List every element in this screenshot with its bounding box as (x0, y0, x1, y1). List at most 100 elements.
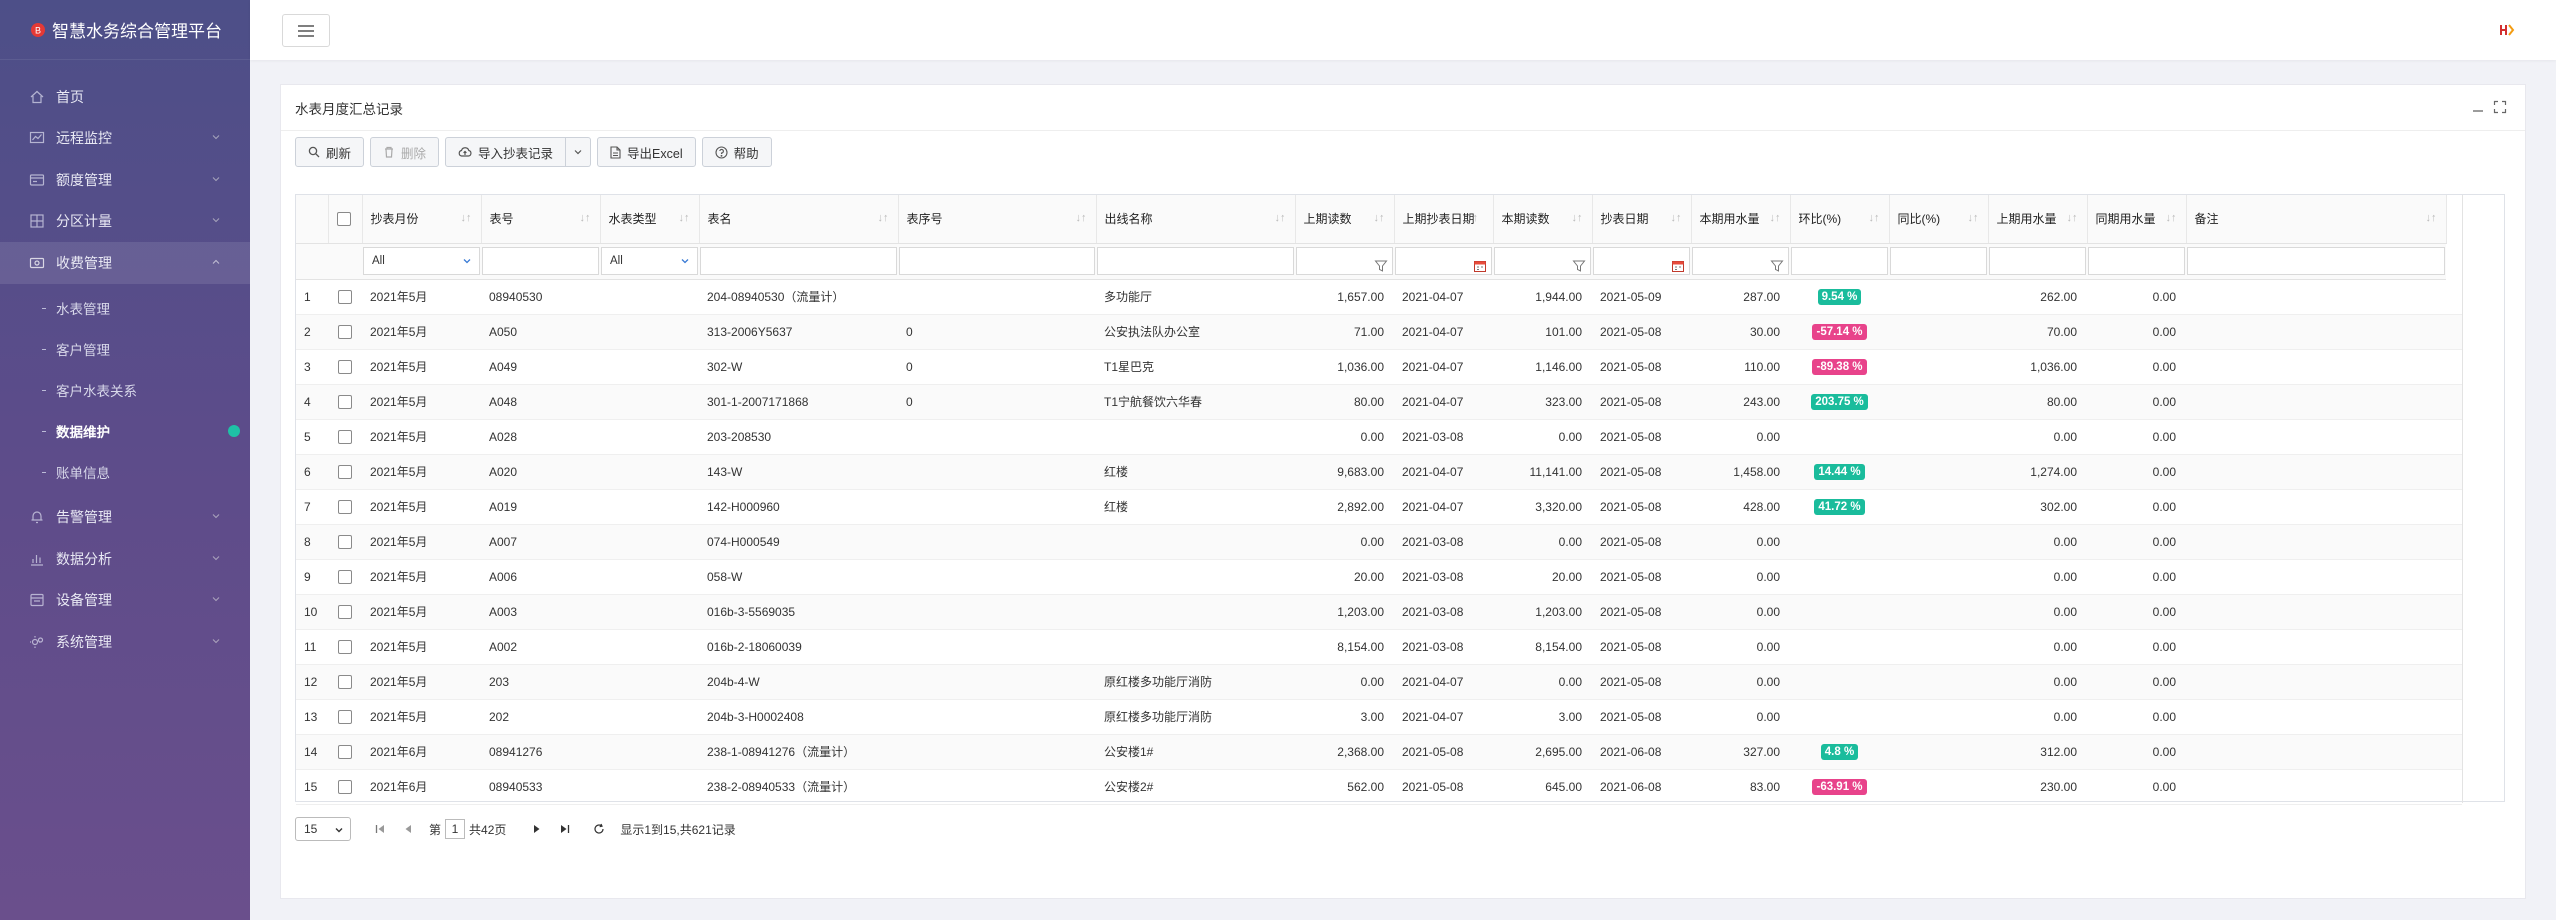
sidebar-item-system[interactable]: 系统管理 (0, 621, 250, 663)
table-row[interactable]: 14 2021年6月 08941276 238-1-08941276（流量计） 公安楼1… (296, 734, 2462, 770)
sidebar-subitem-customer-meter[interactable]: 客户水表关系 (0, 370, 250, 411)
prev-page-icon[interactable] (401, 822, 415, 836)
column-header[interactable]: 出线名称 ↓↑ (1096, 195, 1296, 244)
table-row[interactable]: 1 2021年5月 08940530 204-08940530（流量计） 多功能厅 1,6… (296, 279, 2462, 315)
table-row[interactable]: 12 2021年5月 203 204b-4-W 原红楼多功能厅消防 0.00 2021-04… (296, 664, 2462, 700)
sort-icon[interactable]: ↓↑ (679, 212, 691, 226)
page-size-select[interactable]: 15 (295, 817, 351, 841)
line-filter-input[interactable] (1097, 247, 1294, 275)
column-header[interactable]: 上期抄表日期 ↑ (1394, 195, 1494, 244)
menu-toggle-button[interactable] (282, 14, 330, 47)
last-usage-filter-input[interactable] (1989, 247, 2086, 275)
row-checkbox[interactable] (338, 429, 352, 444)
sidebar-item-analysis[interactable]: 数据分析 (0, 538, 250, 580)
column-header[interactable]: 本期读数 ↓↑ (1493, 195, 1593, 244)
row-checkbox[interactable] (338, 289, 352, 304)
table-row[interactable]: 11 2021年5月 A002 016b-2-18060039 8,154.00 2021… (296, 629, 2462, 665)
sidebar-subitem-customer[interactable]: 客户管理 (0, 329, 250, 370)
sort-icon[interactable]: ↓↑ (1275, 212, 1287, 226)
mom-filter-input[interactable] (1791, 247, 1888, 275)
row-checkbox[interactable] (338, 639, 352, 654)
page-number-input[interactable]: 1 (445, 819, 466, 839)
filter-icon[interactable] (1770, 259, 1784, 273)
sidebar-subitem-data-maintenance[interactable]: 数据维护 (0, 411, 250, 452)
table-row[interactable]: 13 2021年5月 202 204b-3-H0002408 原红楼多功能厅消防 3.00… (296, 699, 2462, 735)
column-header[interactable]: 抄表月份 ↓↑ (362, 195, 482, 244)
type-filter-select[interactable]: All (601, 247, 698, 275)
sidebar-item-partition[interactable]: 分区计量 (0, 201, 250, 243)
name-filter-input[interactable] (700, 247, 897, 275)
reload-icon[interactable] (592, 822, 606, 836)
row-checkbox[interactable] (338, 464, 352, 479)
usage-filter-input[interactable] (1692, 247, 1789, 275)
column-header[interactable]: 同期用水量 ↓↑ (2087, 195, 2187, 244)
import-dropdown-button[interactable] (566, 137, 592, 167)
sidebar-item-fee[interactable]: 收费管理 (0, 242, 250, 284)
row-checkbox[interactable] (338, 534, 352, 549)
refresh-button[interactable]: 刷新 (295, 137, 365, 167)
row-checkbox[interactable] (338, 394, 352, 409)
column-header[interactable]: 环比(%) ↓↑ (1790, 195, 1890, 244)
column-header[interactable]: 同比(%) ↓↑ (1889, 195, 1989, 244)
last-page-icon[interactable] (558, 822, 572, 836)
sort-icon[interactable]: ↓↑ (1869, 212, 1881, 226)
column-header[interactable]: 表号 ↓↑ (481, 195, 601, 244)
cur-reading-filter-input[interactable] (1494, 247, 1591, 275)
sidebar-item-alarm[interactable]: 告警管理 (0, 497, 250, 539)
month-filter-select[interactable]: All (363, 247, 480, 275)
column-header[interactable]: 表序号 ↓↑ (898, 195, 1097, 244)
sidebar-subitem-meter[interactable]: 水表管理 (0, 288, 250, 329)
sort-icon[interactable]: ↓↑ (1076, 212, 1088, 226)
table-row[interactable]: 6 2021年5月 A020 143-W 红楼 9,683.00 2021-04-07 11,… (296, 454, 2462, 490)
sidebar-item-remote-monitor[interactable]: 远程监控 (0, 118, 250, 160)
sidebar-item-quota[interactable]: 额度管理 (0, 159, 250, 201)
table-row[interactable]: 15 2021年6月 08940533 238-2-08940533（流量计） 公安楼2… (296, 769, 2462, 805)
row-checkbox[interactable] (338, 569, 352, 584)
import-button[interactable]: 导入抄表记录 (445, 137, 567, 167)
table-row[interactable]: 5 2021年5月 A028 203-208530 0.00 2021-03-08 0.00… (296, 419, 2462, 455)
column-header[interactable]: 上期用水量 ↓↑ (1988, 195, 2088, 244)
calendar-icon[interactable] (1473, 259, 1487, 273)
column-header[interactable]: 表名 ↓↑ (699, 195, 899, 244)
filter-icon[interactable] (1374, 259, 1388, 273)
prev-date-filter-input[interactable] (1395, 247, 1492, 275)
user-logo-icon[interactable] (2498, 21, 2516, 39)
column-header[interactable]: 上期读数 ↓↑ (1295, 195, 1395, 244)
yoy-filter-input[interactable] (1890, 247, 1987, 275)
row-checkbox[interactable] (338, 779, 352, 794)
sidebar-item-device[interactable]: 设备管理 (0, 580, 250, 622)
column-header[interactable]: 水表类型 ↓↑ (600, 195, 700, 244)
sort-icon[interactable]: ↓↑ (1671, 212, 1683, 226)
sort-icon[interactable]: ↑ (1473, 212, 1485, 226)
sidebar-item-home[interactable]: 首页 (0, 76, 250, 118)
read-date-filter-input[interactable] (1593, 247, 1690, 275)
sort-icon[interactable]: ↓↑ (2067, 212, 2079, 226)
column-header[interactable]: 备注 ↓↑ (2186, 195, 2447, 244)
table-row[interactable]: 7 2021年5月 A019 142-H000960 红楼 2,892.00 2021-04… (296, 489, 2462, 525)
calendar-icon[interactable] (1671, 259, 1685, 273)
row-checkbox[interactable] (338, 744, 352, 759)
row-checkbox[interactable] (338, 604, 352, 619)
sort-icon[interactable]: ↓↑ (1572, 212, 1584, 226)
table-row[interactable]: 2 2021年5月 A050 313-2006Y5637 0 公安执法队办公室 71.00 2… (296, 314, 2462, 350)
filter-icon[interactable] (1572, 259, 1586, 273)
sort-icon[interactable]: ↓↑ (580, 212, 592, 226)
help-button[interactable]: 帮助 (701, 137, 772, 167)
table-row[interactable]: 3 2021年5月 A049 302-W 0 T1星巴克 1,036.00 2021-04-0… (296, 349, 2462, 385)
column-header[interactable]: 本期用水量 ↓↑ (1691, 195, 1791, 244)
note-filter-input[interactable] (2187, 247, 2445, 275)
table-row[interactable]: 4 2021年5月 A048 301-1-2007171868 0 T1宁航餐饮六华春 80… (296, 384, 2462, 420)
row-checkbox[interactable] (338, 359, 352, 374)
seq-filter-input[interactable] (899, 247, 1095, 275)
sort-icon[interactable]: ↓↑ (1968, 212, 1980, 226)
sidebar-subitem-bill[interactable]: 账单信息 (0, 452, 250, 493)
column-header[interactable]: 抄表日期 ↓↑ (1592, 195, 1692, 244)
sort-icon[interactable]: ↓↑ (2166, 212, 2178, 226)
sort-icon[interactable]: ↓↑ (1374, 212, 1386, 226)
table-row[interactable]: 9 2021年5月 A006 058-W 20.00 2021-03-08 20.00 202… (296, 559, 2462, 595)
same-period-filter-input[interactable] (2088, 247, 2185, 275)
minimize-icon[interactable] (2471, 100, 2485, 114)
table-row[interactable]: 10 2021年5月 A003 016b-3-5569035 1,203.00 2021-… (296, 594, 2462, 630)
maximize-icon[interactable] (2493, 100, 2507, 114)
first-page-icon[interactable] (373, 822, 387, 836)
